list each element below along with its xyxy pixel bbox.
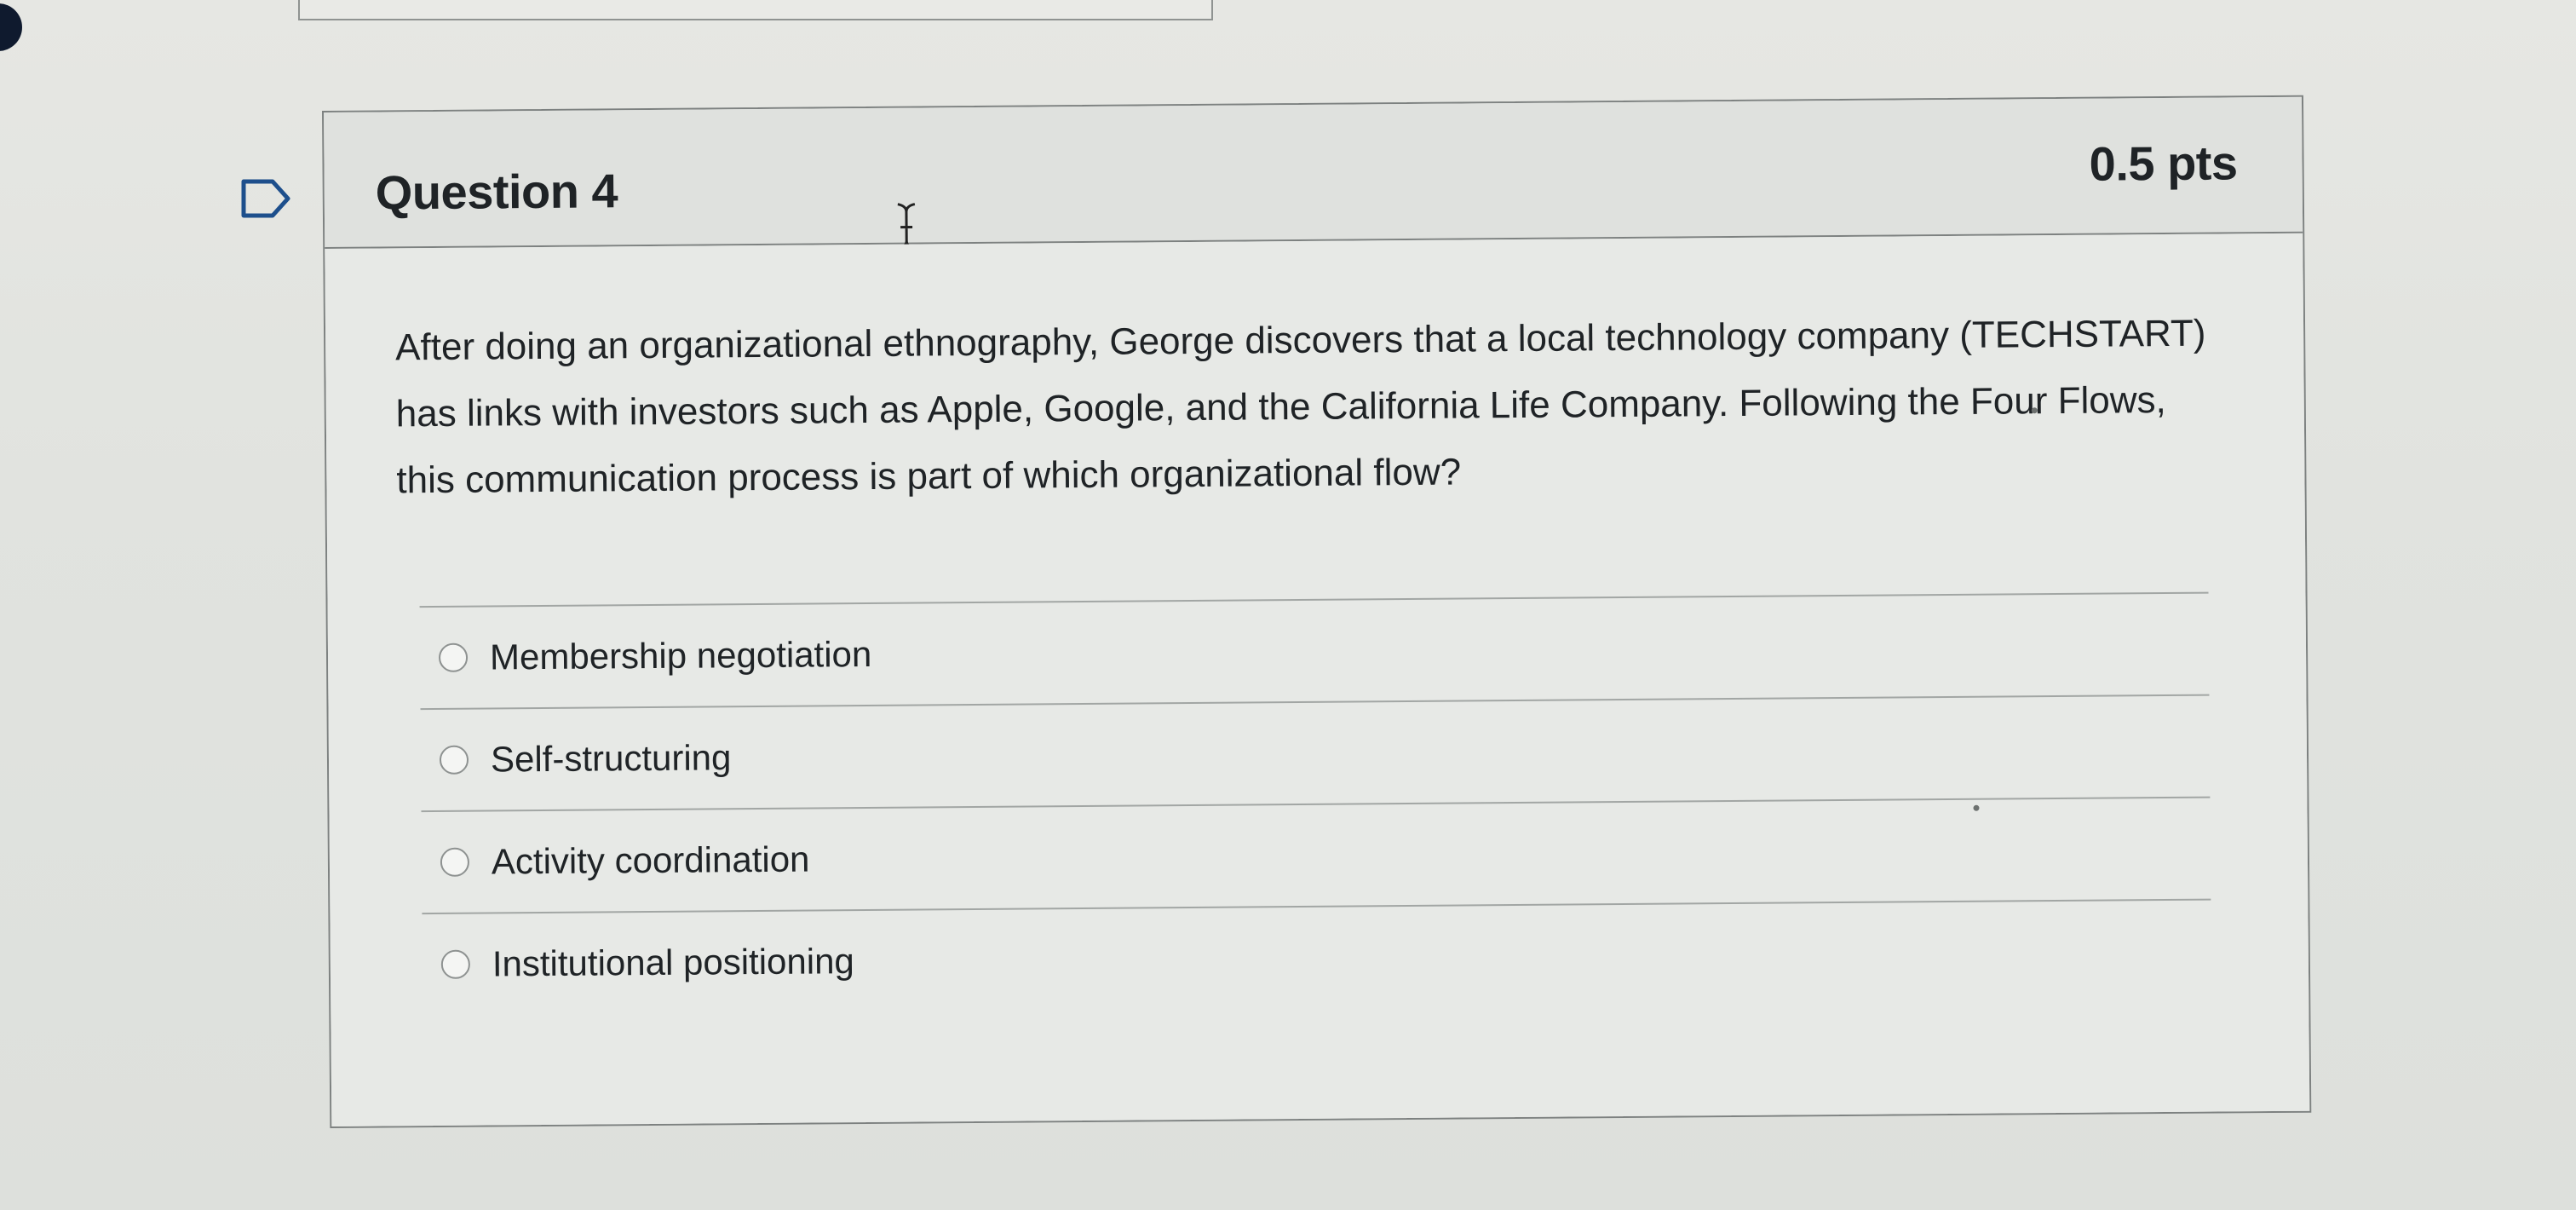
answer-list: Membership negotiation Self-structuring … [419,591,2212,1016]
corner-indicator [0,3,22,51]
screen-speck [2031,407,2038,414]
question-card: Question 4 0.5 pts After doing an organi… [322,95,2312,1128]
radio-icon[interactable] [440,847,470,877]
previous-question-box [298,0,1213,20]
screen-speck [1973,804,1980,811]
radio-icon[interactable] [440,949,471,979]
question-header: Question 4 0.5 pts [324,96,2303,251]
radio-icon[interactable] [439,745,469,775]
answer-option[interactable]: Institutional positioning [422,898,2212,1016]
flag-icon[interactable] [240,176,293,221]
answer-label[interactable]: Institutional positioning [492,941,854,984]
question-body: After doing an organizational ethnograph… [325,233,2310,1126]
question-text: After doing an organizational ethnograph… [394,312,2206,502]
question-points: 0.5 pts [2089,135,2238,191]
answer-label[interactable]: Membership negotiation [490,634,872,678]
answer-option[interactable]: Membership negotiation [419,591,2210,709]
answer-label[interactable]: Self-structuring [491,737,732,780]
answer-label[interactable]: Activity coordination [492,839,810,883]
answer-option[interactable]: Self-structuring [420,694,2211,811]
radio-icon[interactable] [438,642,469,672]
question-title: Question 4 [375,164,618,220]
answer-option[interactable]: Activity coordination [421,796,2211,913]
